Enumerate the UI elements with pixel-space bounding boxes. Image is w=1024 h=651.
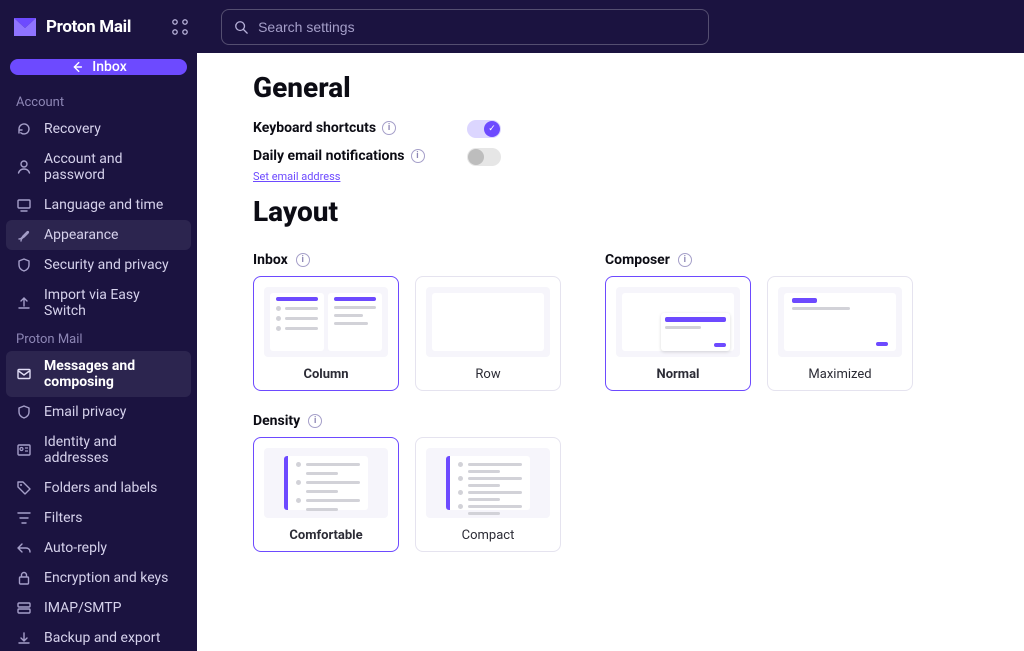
card-label: Row	[475, 367, 500, 382]
arrow-rotate-icon	[16, 121, 32, 137]
brand-text: Proton Mail	[46, 17, 131, 37]
inbox-layout-option-row[interactable]: Row	[415, 276, 561, 391]
sidebar-item-security-and-privacy[interactable]: Security and privacy	[6, 250, 191, 280]
inbox-button[interactable]: Inbox	[10, 59, 187, 75]
sidebar-item-auto-reply[interactable]: Auto-reply	[6, 533, 191, 563]
card-label: Comfortable	[289, 528, 362, 543]
sidebar-item-label: Filters	[44, 510, 83, 526]
info-icon[interactable]: i	[296, 253, 310, 267]
sidebar-item-label: Auto-reply	[44, 540, 107, 556]
shield-icon	[16, 257, 32, 273]
daily-email-notifications-toggle[interactable]	[467, 148, 501, 166]
search-settings-input[interactable]	[221, 9, 709, 45]
arrow-left-icon	[70, 60, 84, 74]
brush-icon	[16, 227, 32, 243]
search-icon	[234, 20, 248, 34]
composer-layout-option-maximized[interactable]: Maximized	[767, 276, 913, 391]
sidebar-item-label: Backup and export	[44, 630, 160, 646]
card-label: Compact	[462, 528, 515, 543]
info-icon[interactable]: i	[678, 253, 692, 267]
info-icon[interactable]: i	[411, 149, 425, 163]
sidebar-item-label: Language and time	[44, 197, 163, 213]
sidebar-section-label: Proton Mail	[6, 326, 191, 351]
sidebar-item-backup-and-export[interactable]: Backup and export	[6, 623, 191, 651]
server-icon	[16, 600, 32, 616]
reply-icon	[16, 540, 32, 556]
monitor-icon	[16, 197, 32, 213]
preview-thumbnail	[778, 287, 902, 357]
id-card-icon	[16, 442, 32, 458]
sidebar-item-account-and-password[interactable]: Account and password	[6, 144, 191, 190]
sidebar-item-label: Appearance	[44, 227, 118, 243]
card-label: Column	[303, 367, 348, 382]
sidebar-item-identity-and-addresses[interactable]: Identity and addresses	[6, 427, 191, 473]
preview-thumbnail	[426, 287, 550, 357]
preview-thumbnail	[264, 287, 388, 357]
proton-logo-icon	[12, 16, 38, 38]
set-email-address-link[interactable]: Set email address	[253, 170, 340, 183]
shield-icon	[16, 404, 32, 420]
tag-icon	[16, 480, 32, 496]
sidebar-item-filters[interactable]: Filters	[6, 503, 191, 533]
preview-thumbnail	[426, 448, 550, 518]
sidebar-item-imap-smtp[interactable]: IMAP/SMTP	[6, 593, 191, 623]
inbox-button-label: Inbox	[92, 59, 126, 75]
export-icon	[16, 630, 32, 646]
daily-email-notifications-label: Daily email notifications	[253, 148, 405, 164]
sidebar-item-recovery[interactable]: Recovery	[6, 114, 191, 144]
sidebar-item-label: Folders and labels	[44, 480, 157, 496]
sidebar-item-label: Recovery	[44, 121, 101, 137]
sidebar-item-import-via-easy-switch[interactable]: Import via Easy Switch	[6, 280, 191, 326]
sidebar-item-label: IMAP/SMTP	[44, 600, 121, 616]
sidebar-item-label: Account and password	[44, 151, 181, 183]
preview-thumbnail	[616, 287, 740, 357]
filter-icon	[16, 510, 32, 526]
upload-icon	[16, 295, 32, 311]
card-label: Normal	[657, 367, 700, 382]
brand[interactable]: Proton Mail	[8, 16, 131, 38]
lock-icon	[16, 570, 32, 586]
inbox-layout-label: Inbox	[253, 252, 288, 268]
sidebar-item-appearance[interactable]: Appearance	[6, 220, 191, 250]
keyboard-shortcuts-label: Keyboard shortcuts	[253, 120, 376, 136]
sidebar-item-label: Identity and addresses	[44, 434, 181, 466]
sidebar-item-encryption-and-keys[interactable]: Encryption and keys	[6, 563, 191, 593]
density-label: Density	[253, 413, 300, 429]
inbox-layout-option-column[interactable]: Column	[253, 276, 399, 391]
sidebar: Inbox Account Recovery Account and passwor…	[0, 53, 197, 651]
sidebar-item-label: Import via Easy Switch	[44, 287, 181, 319]
keyboard-shortcuts-toggle[interactable]: ✓	[467, 120, 501, 138]
sidebar-item-email-privacy[interactable]: Email privacy	[6, 397, 191, 427]
apps-grid-icon[interactable]	[171, 18, 189, 36]
layout-title: Layout	[253, 195, 968, 228]
card-label: Maximized	[808, 367, 871, 382]
sidebar-item-label: Security and privacy	[44, 257, 169, 273]
composer-layout-option-normal[interactable]: Normal	[605, 276, 751, 391]
sidebar-item-label: Email privacy	[44, 404, 126, 420]
sidebar-item-folders-and-labels[interactable]: Folders and labels	[6, 473, 191, 503]
sidebar-item-label: Messages and composing	[44, 358, 181, 390]
info-icon[interactable]: i	[382, 121, 396, 135]
topbar: Proton Mail	[0, 0, 1024, 53]
preview-thumbnail	[264, 448, 388, 518]
sidebar-item-label: Encryption and keys	[44, 570, 168, 586]
density-option-comfortable[interactable]: Comfortable	[253, 437, 399, 552]
settings-content: General Keyboard shortcuts i ✓ Daily ema…	[197, 53, 1024, 651]
envelope-icon	[16, 366, 32, 382]
user-icon	[16, 159, 32, 175]
info-icon[interactable]: i	[308, 414, 322, 428]
sidebar-section-label: Account	[6, 89, 191, 114]
general-title: General	[253, 71, 968, 104]
sidebar-item-language-and-time[interactable]: Language and time	[6, 190, 191, 220]
sidebar-item-messages-and-composing[interactable]: Messages and composing	[6, 351, 191, 397]
composer-layout-label: Composer	[605, 252, 670, 268]
density-option-compact[interactable]: Compact	[415, 437, 561, 552]
